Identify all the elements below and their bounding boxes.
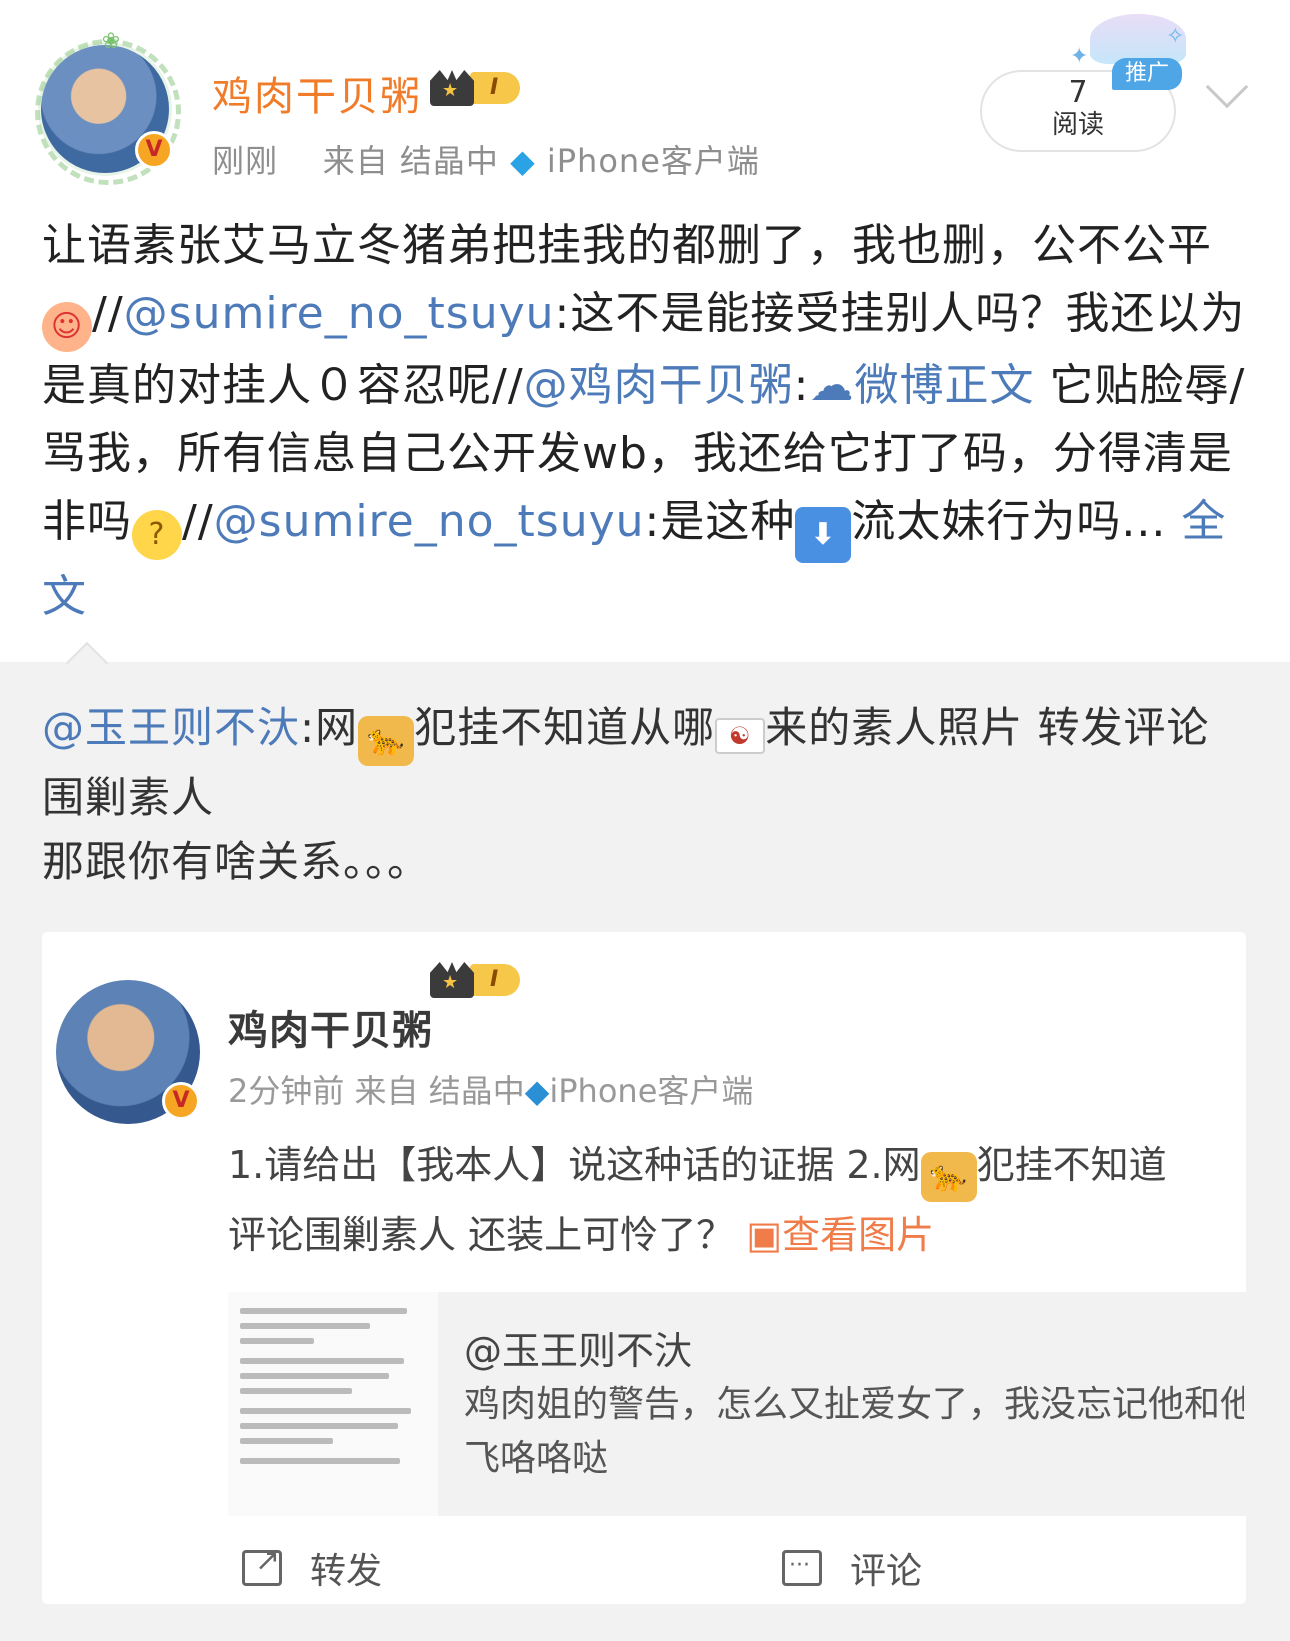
post-card: ❀ V 鸡肉干贝粥 I 刚刚 来自 结晶中 ◆ iPhone客户端 ✦ ✧ 7 … (0, 0, 1290, 662)
post-text-segment: : (793, 360, 810, 411)
quote-username: @玉王则不汏 (464, 1329, 693, 1373)
leopard-emoji-icon: 🐆 (358, 716, 415, 766)
down-arrow-emoji-icon: ⬇ (795, 507, 852, 563)
share-label: 转发 (310, 1551, 383, 1592)
inner-source-name: 结晶中 (428, 1072, 525, 1110)
inner-source-client: iPhone客户端 (549, 1072, 754, 1110)
level-label: I (470, 964, 521, 996)
repost-body: @玉王则不汏:网 🐆 犯挂不知道从哪 ☯ 来的素人照片 转发评论围剿素人 那跟你有啥关系… (42, 696, 1252, 894)
inner-user-avatar: V (56, 980, 200, 1124)
inner-time: 2分钟前 (228, 1072, 345, 1110)
level-label: I (470, 72, 521, 104)
source-prefix: 来自 (322, 142, 389, 180)
post-username[interactable]: 鸡肉干贝粥 (212, 64, 422, 122)
post-meta: 刚刚 来自 结晶中 ◆ iPhone客户端 (212, 136, 760, 182)
diamond-icon: ◆ (524, 1072, 550, 1110)
bow-icon: ❀ (101, 29, 121, 54)
inner-body: 1.请给出【我本人】说这种话的证据 2.网 🐆 犯挂不知道 评论围剿素人 还装上可怜… (228, 1132, 1238, 1268)
crown-icon (430, 70, 474, 106)
inner-username: 鸡肉干贝粥 (228, 1008, 433, 1054)
quoted-post-screenshot[interactable]: V 鸡肉干贝粥 I 2分钟前 来自 结晶中◆iPhone客户端 1.请给出【我本… (42, 932, 1246, 1604)
leopard-emoji-icon: 🐆 (920, 1152, 977, 1202)
image-icon: ▣ (746, 1213, 783, 1257)
post-text-segment: 流太妹行为吗... (851, 496, 1167, 547)
weibo-body-link[interactable]: 微博正文 (854, 360, 1034, 411)
repost-text-segment: :网 (300, 703, 359, 752)
korea-flag-emoji-icon: ☯ (715, 718, 766, 754)
inner-action-bar: 转发 评论 (42, 1532, 1246, 1604)
quote-image-thumbnail (228, 1292, 438, 1516)
crown-icon (430, 962, 474, 998)
level-badge[interactable]: I (430, 70, 521, 106)
sparkle-icon: ✦ (1070, 44, 1089, 69)
weibo-link-icon: ☁ (809, 360, 855, 411)
repost-text-segment: 犯挂不知道从哪 (414, 703, 716, 752)
quote-text-line: 鸡肉姐的警告，怎么又扯爱女了，我没忘记他和他 (464, 1384, 1244, 1425)
diamond-icon: ◆ (510, 142, 536, 180)
inner-meta: 2分钟前 来自 结晶中◆iPhone客户端 (228, 1066, 753, 1112)
mention-link[interactable]: @sumire_no_tsuyu (214, 496, 645, 547)
view-image-link: 查看图片 (782, 1213, 935, 1257)
thinking-face-emoji-icon: ? (132, 510, 182, 560)
mention-link[interactable]: @sumire_no_tsuyu (124, 288, 555, 339)
inner-text-segment: 评论围剿素人 还装上可怜了？ (228, 1213, 735, 1257)
quote-text: 鸡肉姐的警告，怎么又扯爱女了，我没忘记他和他 飞咯咯哒 (464, 1378, 1244, 1486)
post-text-segment: // (182, 496, 214, 547)
quote-text-line: 飞咯咯哒 (464, 1438, 609, 1479)
post-body: 让语素张艾马立冬猪弟把挂我的都删了，我也删，公不公平☺//@sumire_no_… (42, 212, 1252, 631)
post-text-segment: :是这种 (644, 496, 796, 547)
source-client[interactable]: iPhone客户端 (547, 142, 760, 180)
sparkle-icon: ✧ (1166, 24, 1185, 49)
repost-text-segment: 那跟你有啥关系。。。 (42, 837, 431, 886)
inner-text-segment: 犯挂不知道 (976, 1143, 1167, 1187)
comment-icon (782, 1550, 822, 1586)
read-label: 阅读 (1051, 110, 1104, 140)
verified-badge-icon: V (135, 131, 173, 169)
post-text-segment: // (92, 288, 124, 339)
post-text-segment: 让语素张艾马立冬猪弟把挂我的都删了，我也删，公不公平 (42, 220, 1212, 271)
source-name[interactable]: 结晶中 (400, 142, 499, 180)
verified-badge-icon: V (162, 1082, 200, 1120)
inner-source-prefix: 来自 (354, 1072, 419, 1110)
user-avatar[interactable]: ❀ V (35, 31, 181, 185)
share-button: 转发 (242, 1532, 382, 1604)
mention-link[interactable]: @鸡肉干贝粥 (524, 360, 794, 411)
pig-face-emoji-icon: ☺ (42, 302, 92, 352)
comment-label: 评论 (850, 1551, 923, 1592)
inner-text-segment: 1.请给出【我本人】说这种话的证据 2.网 (228, 1143, 921, 1187)
comment-button: 评论 (782, 1532, 922, 1604)
mention-link[interactable]: @玉王则不汏 (42, 703, 300, 752)
chevron-down-icon[interactable] (1205, 65, 1249, 109)
post-time: 刚刚 (212, 142, 279, 180)
inner-level-badge: I (430, 962, 521, 998)
share-icon (242, 1543, 282, 1586)
inner-quote-block: @玉王则不汏 鸡肉姐的警告，怎么又扯爱女了，我没忘记他和他 飞咯咯哒 (228, 1292, 1246, 1516)
promo-tag: 推广 (1112, 58, 1182, 90)
